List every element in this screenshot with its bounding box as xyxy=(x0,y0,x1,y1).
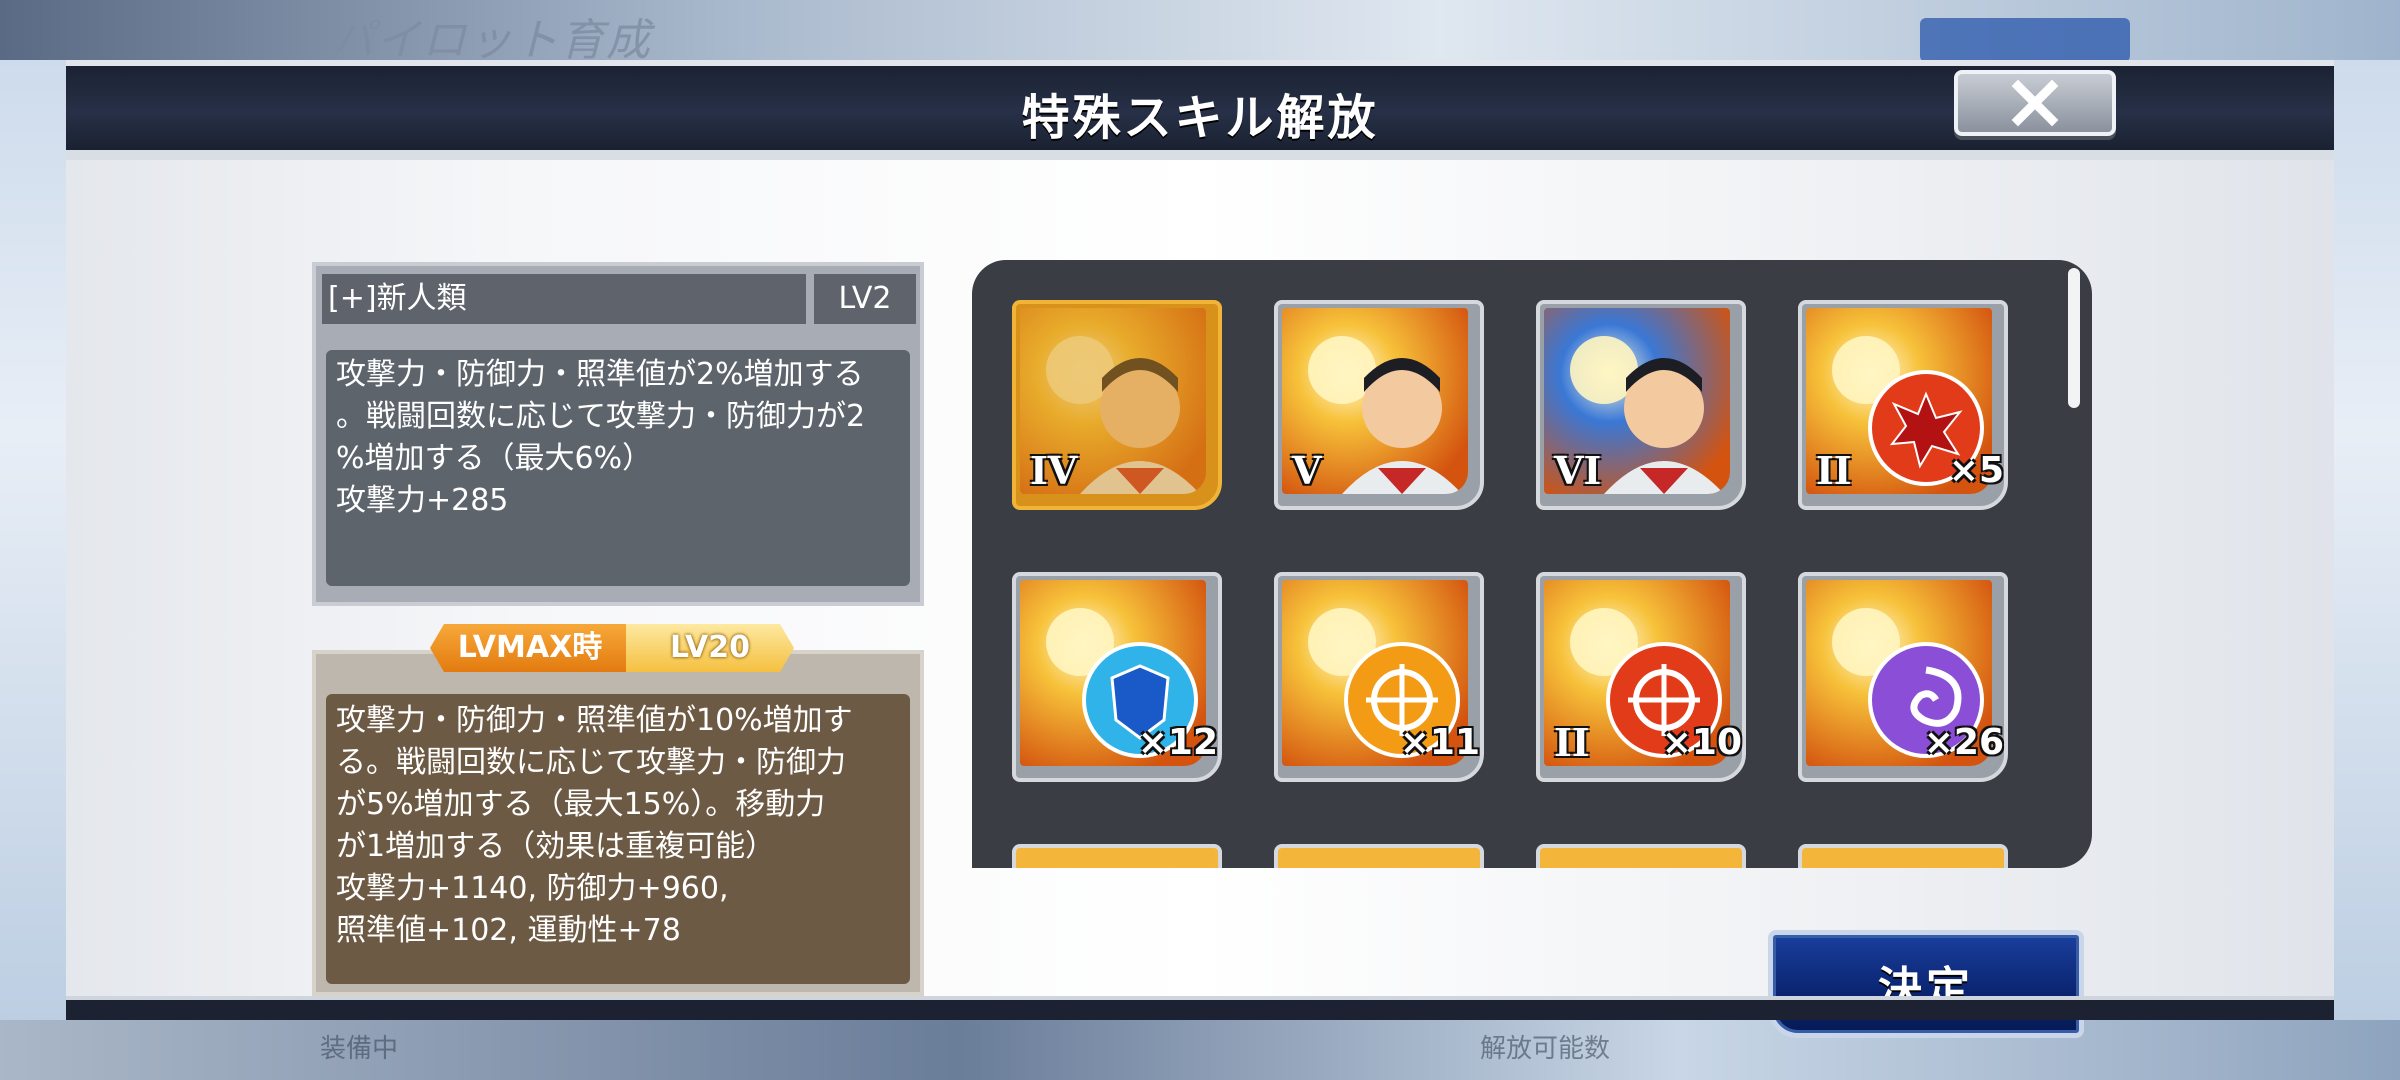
description-line: が1増加する（効果は重複可能） xyxy=(336,829,776,864)
material-item-pilot[interactable]: V xyxy=(1274,300,1484,510)
item-frame xyxy=(1536,844,1746,868)
grid-scrollbar[interactable] xyxy=(2068,268,2080,408)
material-item-attack[interactable]: II ×5 xyxy=(1798,300,2008,510)
description-line: る。戦闘回数に応じて攻撃力・防御力 xyxy=(336,745,846,780)
max-level-badge: LVMAX時 LV20 xyxy=(430,624,794,672)
skill-name: [+]新人類 xyxy=(322,274,806,324)
description-line: 攻撃力・防御力・照準値が10%増加す xyxy=(336,703,853,738)
skill-description: 攻撃力・防御力・照準値が2%増加する 。戦闘回数に応じて攻撃力・防御力が2 %増… xyxy=(326,350,910,586)
item-count: ×5 xyxy=(1948,450,2004,491)
close-icon xyxy=(2011,79,2059,127)
item-count: ×11 xyxy=(1399,722,1480,763)
description-line: 。戦闘回数に応じて攻撃力・防御力が2 xyxy=(336,399,866,434)
confirm-button[interactable]: 決定 xyxy=(1768,930,2084,1038)
material-item-pilot-blue[interactable]: VI xyxy=(1536,300,1746,510)
item-count: ×26 xyxy=(1923,722,2004,763)
material-item-partial[interactable] xyxy=(1798,844,2008,868)
dialog-body: [+]新人類 LV2 攻撃力・防御力・照準値が2%増加する 。戦闘回数に応じて攻… xyxy=(66,160,2334,1038)
current-skill-panel: [+]新人類 LV2 攻撃力・防御力・照準値が2%増加する 。戦闘回数に応じて攻… xyxy=(312,262,924,606)
background-bottom-text: 解放可能数 xyxy=(1480,1034,1611,1064)
material-item-aim[interactable]: ×11 xyxy=(1274,572,1484,782)
max-skill-description: 攻撃力・防御力・照準値が10%増加す る。戦闘回数に応じて攻撃力・防御力 が5%… xyxy=(326,694,910,984)
background-screen-title: パイロット育成 xyxy=(330,15,652,66)
description-line: 攻撃力・防御力・照準値が2%増加する xyxy=(336,357,864,392)
item-tier: II xyxy=(1816,448,1852,493)
item-frame xyxy=(1012,844,1222,868)
material-item-aim-red[interactable]: II ×10 xyxy=(1536,572,1746,782)
skill-release-dialog: [+]新人類 LV2 攻撃力・防御力・照準値が2%増加する 。戦闘回数に応じて攻… xyxy=(66,60,2334,1038)
item-tier: IV xyxy=(1030,448,1078,493)
item-count: ×12 xyxy=(1137,722,1218,763)
material-grid: IV V VI II ×5 ×12 ×11 II ×10 ×26 xyxy=(972,260,2072,868)
material-item-defense[interactable]: ×12 xyxy=(1012,572,1222,782)
item-tier: II xyxy=(1554,720,1590,765)
max-level-skill-panel: 攻撃力・防御力・照準値が10%増加す る。戦闘回数に応じて攻撃力・防御力 が5%… xyxy=(312,650,924,996)
background-top-bar: パイロット育成 xyxy=(0,0,2400,66)
description-line: 攻撃力+1140, 防御力+960, xyxy=(336,871,729,906)
item-frame xyxy=(1274,844,1484,868)
item-frame xyxy=(1798,844,2008,868)
skill-level: LV2 xyxy=(814,274,916,324)
description-line: が5%増加する（最大15%）。移動力 xyxy=(336,787,826,822)
close-button[interactable] xyxy=(1954,70,2116,136)
material-item-partial[interactable] xyxy=(1536,844,1746,868)
description-line: %増加する（最大6%） xyxy=(336,441,653,476)
background-chip xyxy=(1920,18,2130,62)
material-item-mobility[interactable]: ×26 xyxy=(1798,572,2008,782)
item-count: ×10 xyxy=(1661,722,1742,763)
dialog-footer xyxy=(66,996,2334,1020)
dialog-header: 特殊スキル解放 xyxy=(66,60,2334,160)
item-tier: V xyxy=(1292,448,1322,493)
description-line: 攻撃力+285 xyxy=(336,483,509,518)
item-tier: VI xyxy=(1554,448,1602,493)
description-line: 照準値+102, 運動性+78 xyxy=(336,913,681,948)
material-grid-panel[interactable]: IV V VI II ×5 ×12 ×11 II ×10 ×26 xyxy=(972,260,2092,868)
material-item-partial[interactable] xyxy=(1012,844,1222,868)
material-item-pilot[interactable]: IV xyxy=(1012,300,1222,510)
background-bottom-text: 装備中 xyxy=(320,1034,399,1064)
max-level-badge-label: LVMAX時 xyxy=(430,624,630,672)
max-level-badge-level: LV20 xyxy=(626,624,794,672)
material-item-partial[interactable] xyxy=(1274,844,1484,868)
